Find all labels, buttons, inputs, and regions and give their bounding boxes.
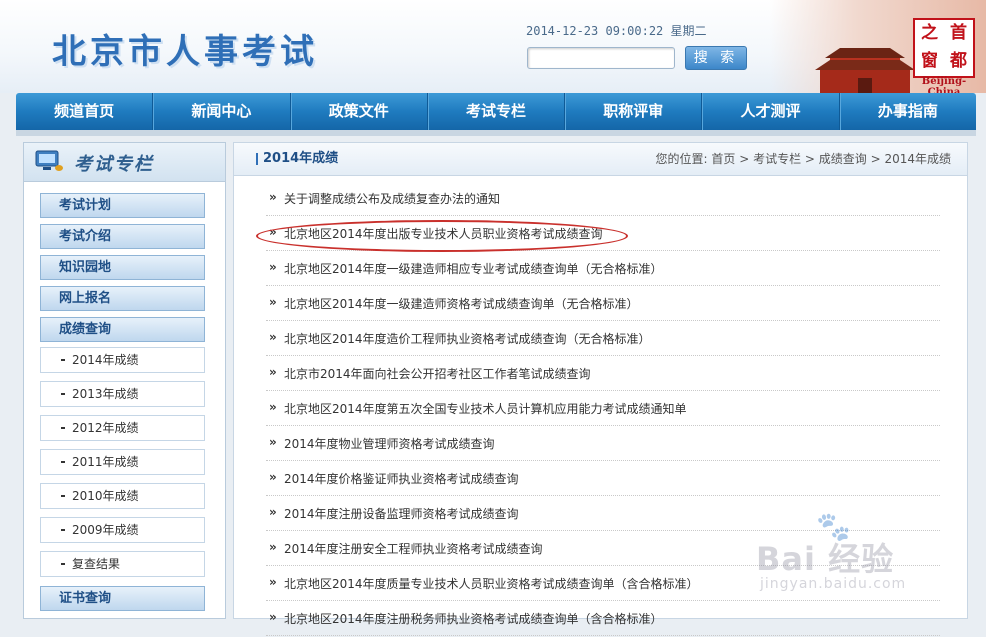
list-item[interactable]: » 北京地区2014年度一级建造师资格考试成绩查询单（无合格标准） bbox=[266, 286, 940, 321]
current-datetime: 2014-12-23 09:00:22 星期二 bbox=[526, 24, 707, 38]
sidebar-subitem-2011[interactable]: 2011年成绩 bbox=[40, 449, 205, 475]
nav-item-news[interactable]: 新闻中心 bbox=[153, 93, 291, 130]
page-title: 2014年成绩 bbox=[263, 151, 339, 166]
sidebar-subitem-2013[interactable]: 2013年成绩 bbox=[40, 381, 205, 407]
beijing-seal-logo[interactable]: 之 首 窗 都 bbox=[913, 18, 975, 78]
sidebar-subitem-2010[interactable]: 2010年成绩 bbox=[40, 483, 205, 509]
bullet-icon bbox=[61, 393, 65, 395]
sidebar-title: 考试专栏 bbox=[74, 154, 154, 175]
breadcrumb[interactable]: 您的位置: 首页 > 考试专栏 > 成绩查询 > 2014年成绩 bbox=[656, 143, 951, 175]
tiananmen-gate-icon bbox=[815, 48, 915, 93]
sidebar-header: 考试专栏 bbox=[24, 143, 225, 182]
double-arrow-icon: » bbox=[269, 365, 277, 379]
sidebar-subitem-2009[interactable]: 2009年成绩 bbox=[40, 517, 205, 543]
double-arrow-icon: » bbox=[269, 260, 277, 274]
double-arrow-icon: » bbox=[269, 505, 277, 519]
nav-item-home[interactable]: 频道首页 bbox=[16, 93, 154, 130]
site-header: 北京市人事考试 2014-12-23 09:00:22 星期二 搜 索 之 首 … bbox=[0, 0, 986, 93]
double-arrow-icon: » bbox=[269, 435, 277, 449]
double-arrow-icon: » bbox=[269, 190, 277, 204]
content-header: 2014年成绩 您的位置: 首页 > 考试专栏 > 成绩查询 > 2014年成绩 bbox=[234, 143, 967, 176]
nav-item-assessment[interactable]: 人才测评 bbox=[702, 93, 840, 130]
list-item[interactable]: » 2014年度价格鉴证师执业资格考试成绩查询 bbox=[266, 461, 940, 496]
nav-divider bbox=[16, 130, 976, 136]
double-arrow-icon: » bbox=[269, 295, 277, 309]
watermark-url: jingyan.baidu.com bbox=[760, 576, 907, 592]
bullet-icon bbox=[61, 427, 65, 429]
sidebar: 考试专栏 考试计划 考试介绍 知识园地 网上报名 成绩查询 2014年成绩 20… bbox=[23, 142, 226, 619]
baidu-jingyan-watermark: 🐾 Bai 经验 jingyan.baidu.com bbox=[756, 508, 966, 598]
list-item[interactable]: » 2014年度物业管理师资格考试成绩查询 bbox=[266, 426, 940, 461]
list-item[interactable]: » 北京市2014年面向社会公开招考社区工作者笔试成绩查询 bbox=[266, 356, 940, 391]
sidebar-subitem-2012[interactable]: 2012年成绩 bbox=[40, 415, 205, 441]
bullet-icon bbox=[61, 529, 65, 531]
site-title[interactable]: 北京市人事考试 bbox=[52, 24, 318, 73]
watermark-text: Bai 经验 bbox=[756, 540, 895, 578]
nav-item-guide[interactable]: 办事指南 bbox=[840, 93, 976, 130]
sidebar-item-score-query[interactable]: 成绩查询 bbox=[40, 317, 205, 342]
sidebar-item-certificate-query[interactable]: 证书查询 bbox=[40, 586, 205, 611]
double-arrow-icon: » bbox=[269, 330, 277, 344]
list-item[interactable]: » 关于调整成绩公布及成绩复查办法的通知 bbox=[266, 181, 940, 216]
bullet-icon bbox=[61, 563, 65, 565]
sidebar-item-exam-intro[interactable]: 考试介绍 bbox=[40, 224, 205, 249]
double-arrow-icon: » bbox=[269, 470, 277, 484]
list-item[interactable]: » 北京地区2014年度注册税务师执业资格考试成绩查询单（含合格标准） bbox=[266, 601, 940, 636]
list-item[interactable]: » 北京地区2014年度第五次全国专业技术人员计算机应用能力考试成绩通知单 bbox=[266, 391, 940, 426]
sidebar-item-online-registration[interactable]: 网上报名 bbox=[40, 286, 205, 311]
nav-item-exams[interactable]: 考试专栏 bbox=[428, 93, 566, 130]
computer-icon bbox=[35, 150, 63, 171]
double-arrow-icon: » bbox=[269, 540, 277, 554]
search-button[interactable]: 搜 索 bbox=[685, 46, 747, 70]
search-input[interactable] bbox=[527, 47, 675, 69]
bullet-icon bbox=[61, 359, 65, 361]
double-arrow-icon: » bbox=[269, 610, 277, 624]
nav-item-policy[interactable]: 政策文件 bbox=[291, 93, 428, 130]
double-arrow-icon: » bbox=[269, 400, 277, 414]
highlight-annotation bbox=[256, 220, 628, 252]
seal-caption: Beijing-China bbox=[921, 76, 967, 93]
main-nav: 频道首页 新闻中心 政策文件 考试专栏 职称评审 人才测评 办事指南 bbox=[16, 93, 976, 130]
list-item[interactable]: » 北京地区2014年度造价工程师执业资格考试成绩查询（无合格标准） bbox=[266, 321, 940, 356]
bullet-icon bbox=[61, 495, 65, 497]
sidebar-item-exam-plan[interactable]: 考试计划 bbox=[40, 193, 205, 218]
list-item[interactable]: » 北京地区2014年度一级建造师相应专业考试成绩查询单（无合格标准） bbox=[266, 251, 940, 286]
double-arrow-icon: » bbox=[269, 575, 277, 589]
sidebar-item-knowledge[interactable]: 知识园地 bbox=[40, 255, 205, 280]
nav-item-titles[interactable]: 职称评审 bbox=[565, 93, 703, 130]
sidebar-subitem-2014[interactable]: 2014年成绩 bbox=[40, 347, 205, 373]
title-marker bbox=[256, 153, 258, 165]
sidebar-subitem-review[interactable]: 复查结果 bbox=[40, 551, 205, 577]
bullet-icon bbox=[61, 461, 65, 463]
